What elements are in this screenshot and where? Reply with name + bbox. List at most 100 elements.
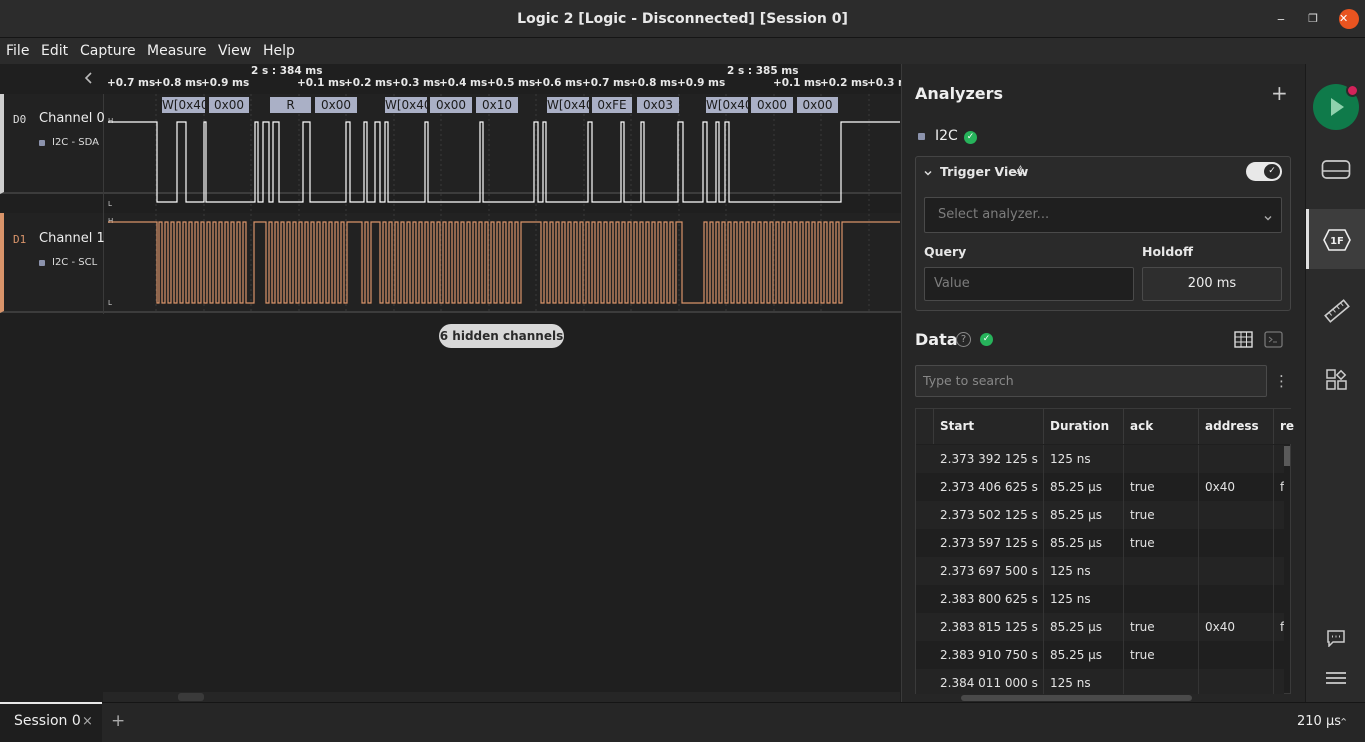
status-bar [0, 702, 1365, 742]
column-header-ack[interactable]: ack [1124, 409, 1199, 444]
time-tick: +0.7 ms [582, 77, 631, 89]
waveform-plot[interactable] [103, 94, 900, 314]
menu-measure[interactable]: Measure [147, 38, 207, 64]
waveform-scrollbar[interactable] [103, 692, 900, 702]
time-tick: +0.4 ms [439, 77, 488, 89]
column-header-start[interactable]: Start [934, 409, 1044, 444]
measure-icon[interactable] [1324, 299, 1350, 327]
time-tick: +0.2 ms [344, 77, 393, 89]
protocol-bubble[interactable]: 0x00 [797, 97, 838, 113]
terminal-view-icon[interactable] [1264, 331, 1283, 352]
zoom-caret-icon[interactable]: ⌃ [1339, 716, 1348, 729]
protocol-bubble[interactable]: W[0x40] [385, 97, 427, 113]
protocol-bubble[interactable]: 0x00 [751, 97, 793, 113]
minimize-button[interactable]: ‒ [1270, 8, 1292, 30]
protocol-bubble[interactable]: 0xFE [592, 97, 632, 113]
cell-ack: true [1124, 613, 1199, 641]
table-row[interactable]: 2.373 406 625 s 85.25 µs true 0x40 f [916, 473, 1284, 501]
protocol-bubble[interactable]: W[0x40] [547, 97, 589, 113]
cell-start: 2.383 800 625 s [934, 585, 1044, 613]
protocol-bubble[interactable]: 0x00 [209, 97, 249, 113]
table-row[interactable]: 2.383 800 625 s 125 ns [916, 585, 1284, 613]
table-row[interactable]: 2.383 815 125 s 85.25 µs true 0x40 f [916, 613, 1284, 641]
add-analyzer-button[interactable]: + [1271, 81, 1288, 105]
analyzer-icon[interactable]: 1F [1323, 229, 1351, 255]
analyzer-select-placeholder: Select analyzer... [938, 207, 1050, 222]
menu-capture[interactable]: Capture [80, 38, 136, 64]
column-header-address[interactable]: address [1199, 409, 1274, 444]
menu-file[interactable]: File [6, 38, 29, 64]
table-view-icon[interactable] [1234, 331, 1253, 352]
help-icon[interactable]: ? [956, 332, 971, 347]
column-header-duration[interactable]: Duration [1044, 409, 1124, 444]
cell-start: 2.373 502 125 s [934, 501, 1044, 529]
maximize-button[interactable]: ❐ [1302, 8, 1324, 30]
channel-name[interactable]: Channel 0 [39, 111, 105, 126]
analyzer-color-dot [39, 140, 45, 146]
feedback-icon[interactable] [1326, 629, 1346, 651]
protocol-bubble[interactable]: 0x00 [430, 97, 472, 113]
table-row[interactable]: 2.384 011 000 s 125 ns [916, 669, 1284, 697]
column-header-read[interactable]: re [1274, 409, 1294, 444]
cell-start: 2.373 392 125 s [934, 445, 1044, 473]
zoom-level[interactable]: 210 µs [1297, 714, 1341, 729]
cell-duration: 85.25 µs [1044, 641, 1124, 669]
time-tick: +0.7 ms [107, 77, 156, 89]
hidden-channels-button[interactable]: 6 hidden channels [439, 324, 564, 348]
table-row[interactable]: 2.373 597 125 s 85.25 µs true [916, 529, 1284, 557]
check-icon: ✓ [964, 131, 977, 144]
table-vertical-scrollbar-thumb[interactable] [1284, 446, 1290, 466]
cell-duration: 85.25 µs [1044, 473, 1124, 501]
protocol-bubble[interactable]: 0x10 [476, 97, 518, 113]
close-window-button[interactable]: ✕ [1339, 9, 1359, 29]
analyzer-name[interactable]: I2C [935, 128, 958, 144]
menu-icon[interactable] [1326, 670, 1346, 689]
menu-view[interactable]: View [218, 38, 251, 64]
time-tick: +0.8 ms [629, 77, 678, 89]
cell-read [1274, 445, 1284, 473]
table-row[interactable]: 2.373 392 125 s 125 ns [916, 445, 1284, 473]
protocol-bubble[interactable]: R [270, 97, 311, 113]
table-horizontal-scrollbar-thumb[interactable] [961, 695, 1192, 701]
channel-name[interactable]: Channel 1 [39, 231, 105, 246]
window-title: Logic 2 [Logic - Disconnected] [Session … [517, 11, 848, 27]
table-row[interactable]: 2.383 910 750 s 85.25 µs true [916, 641, 1284, 669]
session-tab-label: Session 0 [14, 713, 81, 729]
protocol-bubble[interactable]: 0x00 [315, 97, 357, 113]
time-tick: +0.8 ms [154, 77, 203, 89]
time-tick: +0.3 ms [392, 77, 441, 89]
channel-analyzer-label: I2C - SCL [52, 257, 98, 268]
more-options-icon[interactable]: ⋮ [1274, 372, 1289, 390]
time-tick: +0.1 ms [773, 77, 822, 89]
protocol-bubble[interactable]: W[0x40] [162, 97, 205, 113]
device-icon[interactable] [1321, 159, 1351, 185]
extensions-icon[interactable] [1326, 369, 1348, 395]
cell-start: 2.383 815 125 s [934, 613, 1044, 641]
menu-edit[interactable]: Edit [41, 38, 68, 64]
time-tick: +0.9 ms [677, 77, 726, 89]
menu-help[interactable]: Help [263, 38, 295, 64]
cell-start: 2.373 406 625 s [934, 473, 1044, 501]
waveform-scrollbar-thumb[interactable] [178, 693, 204, 701]
channel-tag: D1 [13, 233, 27, 246]
protocol-bubble[interactable]: W[0x40] [706, 97, 748, 113]
warning-icon: ⚠ [1015, 163, 1026, 177]
cell-address [1199, 501, 1274, 529]
time-tick: +0.2 ms [820, 77, 869, 89]
cell-address [1199, 529, 1274, 557]
data-title: Data [915, 330, 958, 349]
close-tab-icon[interactable]: × [82, 714, 93, 729]
table-row[interactable]: 2.373 697 500 s 125 ns [916, 557, 1284, 585]
cell-start: 2.383 910 750 s [934, 641, 1044, 669]
cell-read: f [1280, 620, 1284, 634]
check-icon: ✓ [980, 333, 993, 346]
table-row[interactable]: 2.373 502 125 s 85.25 µs true [916, 501, 1284, 529]
cell-read [1274, 585, 1284, 613]
cell-ack [1124, 585, 1199, 613]
collapse-chevron-icon[interactable] [82, 70, 98, 88]
chevron-down-icon[interactable] [922, 164, 934, 183]
cell-ack: true [1124, 501, 1199, 529]
cell-read [1274, 529, 1284, 557]
protocol-bubble[interactable]: 0x03 [637, 97, 679, 113]
add-session-button[interactable]: + [111, 711, 125, 731]
